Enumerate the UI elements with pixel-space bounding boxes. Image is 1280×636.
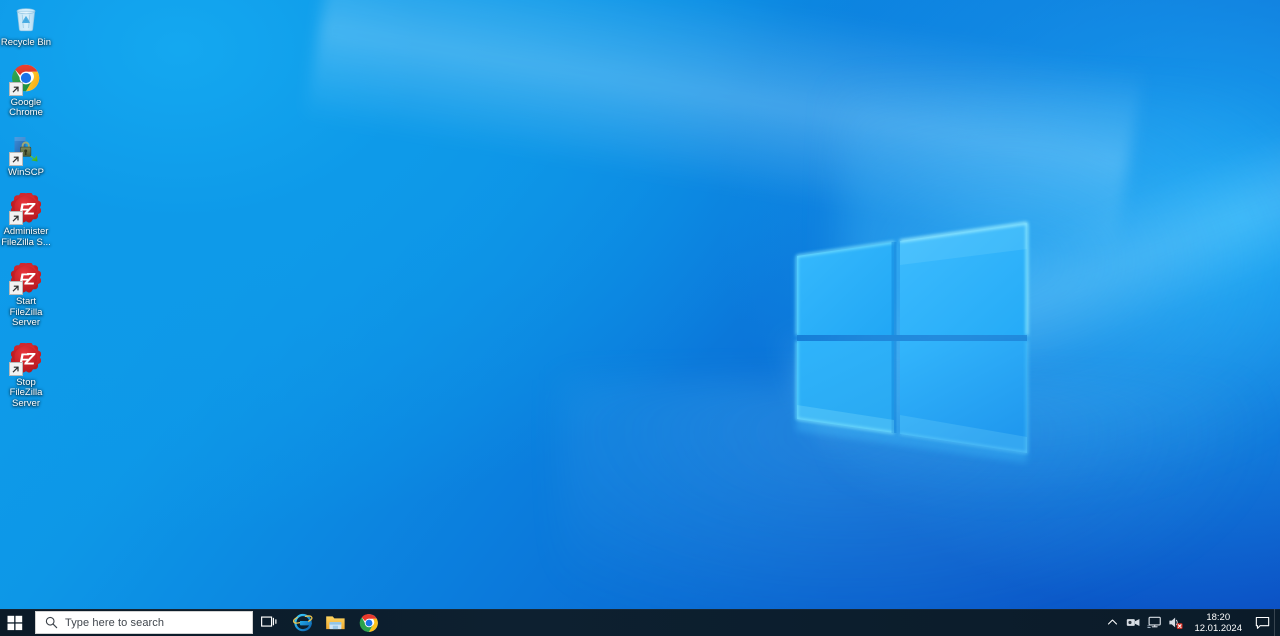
task-view-button[interactable] [253, 609, 286, 636]
system-tray: 18:20 12.01.2024 [1102, 609, 1280, 636]
desktop-icon-stop-filezilla-server[interactable]: F Z Stop FileZilla Server [0, 342, 52, 410]
clock-time: 18:20 [1206, 611, 1231, 623]
chevron-up-icon [1108, 619, 1118, 625]
desktop-icon-label: Administer FileZilla S... [1, 226, 51, 248]
shortcut-overlay-icon [8, 151, 23, 166]
winscp-icon [8, 132, 43, 166]
chrome-icon [8, 62, 43, 96]
svg-text:Z: Z [24, 199, 36, 218]
shortcut-overlay-icon [8, 81, 23, 96]
svg-text:Z: Z [24, 269, 36, 288]
desktop-icon-administer-filezilla[interactable]: F Z Administer FileZilla S... [0, 191, 52, 248]
desktop-icon-label: Google Chrome [9, 96, 43, 118]
desktop-icon-grid: Recycle Bin Google Chrome WinSCP F Z Adm… [0, 2, 52, 422]
file-explorer-button[interactable] [319, 609, 352, 636]
search-icon [45, 616, 58, 629]
recycle-bin-icon [10, 2, 43, 35]
windows-logo-icon [7, 615, 23, 630]
taskbar: Type here to search 18:20 12.01.2024 [0, 609, 1280, 636]
tray-icon-volume-muted[interactable] [1165, 609, 1186, 636]
desktop-icon-start-filezilla-server[interactable]: F Z Start FileZilla Server [0, 261, 52, 329]
filezilla-server-icon: F Z [8, 342, 43, 376]
network-monitor-icon [1147, 616, 1162, 628]
filezilla-server-icon: F Z [8, 191, 43, 225]
desktop-icon-label: Recycle Bin [0, 37, 52, 48]
internet-explorer-button[interactable] [286, 609, 319, 636]
search-input[interactable]: Type here to search [35, 611, 253, 634]
tray-overflow-button[interactable] [1102, 609, 1123, 636]
file-explorer-icon [326, 616, 345, 630]
desktop-surface[interactable]: Recycle Bin Google Chrome WinSCP F Z Adm… [0, 0, 1280, 609]
show-desktop-button[interactable] [1274, 609, 1280, 636]
desktop-icon-google-chrome[interactable]: Google Chrome [0, 62, 52, 119]
search-placeholder: Type here to search [65, 616, 165, 629]
tray-icon-network[interactable] [1144, 609, 1165, 636]
task-view-icon [261, 616, 277, 627]
chrome-taskbar-button[interactable] [352, 609, 385, 636]
desktop-icon-winscp[interactable]: WinSCP [0, 132, 52, 179]
shortcut-overlay-icon [8, 361, 23, 376]
filezilla-server-icon: F Z [8, 261, 43, 295]
action-center-button[interactable] [1250, 609, 1274, 636]
speaker-muted-icon [1169, 617, 1183, 629]
chrome-icon [359, 613, 378, 632]
taskbar-clock[interactable]: 18:20 12.01.2024 [1186, 609, 1250, 636]
desktop-icon-recycle-bin[interactable]: Recycle Bin [0, 2, 52, 49]
start-button[interactable] [0, 609, 30, 636]
action-center-icon [1255, 616, 1269, 629]
desktop-icon-label: WinSCP [8, 166, 44, 178]
internet-explorer-icon [292, 613, 313, 632]
windows-logo-wallpaper [780, 205, 1050, 480]
tray-icon-vmware-tools[interactable] [1123, 609, 1144, 636]
svg-text:Z: Z [24, 349, 36, 368]
vmware-tools-icon [1127, 618, 1140, 627]
desktop-icon-label: Start FileZilla Server [9, 296, 43, 328]
shortcut-overlay-icon [8, 281, 23, 295]
shortcut-overlay-icon [8, 211, 23, 225]
desktop-icon-label: Stop FileZilla Server [9, 376, 43, 409]
clock-date: 12.01.2024 [1194, 622, 1242, 634]
